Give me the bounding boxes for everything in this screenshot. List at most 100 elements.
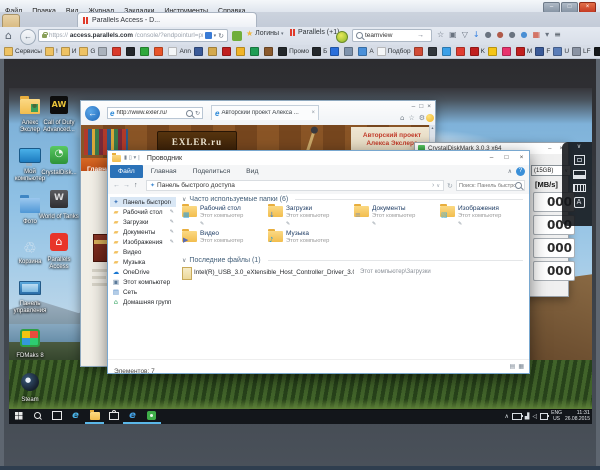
monitor-icon[interactable] [573,170,586,179]
minimize-button[interactable]: – [548,146,551,152]
toolbar-icon[interactable]: ≡ [554,28,561,42]
desktop-icon[interactable]: Call of Duty Advanced... [39,96,79,133]
favorites-star-icon[interactable]: ☆ [408,114,414,122]
network-icon[interactable]: ▟ [525,413,530,420]
bookmark-item[interactable] [344,47,355,56]
bookmark-item[interactable]: G [79,47,95,56]
chevron-down-icon[interactable]: ∨ [182,257,186,264]
up-icon[interactable]: ↑ [134,178,138,194]
ribbon-tab[interactable]: Файл [110,165,143,178]
toolbar-icon[interactable]: ↓ [473,28,480,42]
sidebar-item[interactable]: ▰ Музыка [110,257,176,267]
bookmark-item[interactable]: И [61,47,77,56]
bookmark-item[interactable]: Подбор [377,47,411,56]
desktop-icon[interactable]: CrystalDisk... [39,146,79,177]
address-bar[interactable]: ✦ Панель быстрого доступа › ∨ [146,180,444,191]
minimize-button[interactable]: – [484,151,499,164]
bookmark-item[interactable]: K [470,47,485,56]
home-icon[interactable]: ⌂ [400,114,404,122]
bookmark-item[interactable] [140,47,151,56]
bookmark-item[interactable] [330,47,341,56]
ie-tab[interactable]: e Авторский проект Алекса ... × [211,105,319,120]
close-button[interactable]: × [514,151,529,164]
bookmark-item[interactable]: U [553,47,569,56]
folder-tile[interactable]: ≡ Документы Этот компьютер ✎ [354,205,440,230]
keyboard-icon[interactable] [573,184,586,192]
back-button[interactable]: ← [20,29,36,45]
sidebar-item[interactable]: ▤ Сеть [110,287,176,297]
sidebar-item[interactable]: ▰ Изображения ✎ [110,237,176,247]
chevron-down-icon[interactable]: ∨ [182,196,186,203]
toolbar-icon[interactable]: ▽ [462,28,468,42]
bookmark-item[interactable]: ! [45,47,58,56]
bookmark-item[interactable]: F [535,47,550,56]
addon-icon[interactable] [205,32,212,39]
fullscreen-icon[interactable] [574,155,585,165]
sidebar-item[interactable]: ▰ Видео [110,247,176,257]
explorer-search-box[interactable] [456,180,525,191]
bookmark-item[interactable] [428,47,439,56]
toolbar-icon[interactable]: ▾ [545,28,549,42]
folder-tile[interactable]: ↓ Загрузки Этот компьютер ✎ [268,205,354,230]
bookmark-item[interactable]: M [516,47,532,56]
thumbnails-view-icon[interactable]: ▦ [518,363,524,370]
search-input[interactable] [365,32,415,39]
ribbon-tab[interactable]: Главная [143,165,185,178]
taskbar-app[interactable] [142,409,161,424]
bookmark-item[interactable] [488,47,499,56]
desktop-icon[interactable]: World of Tanks [39,190,79,221]
folder-tile[interactable]: ♪ Музыка Этот компьютер [268,230,354,255]
taskbar-app[interactable] [85,409,104,424]
bookmark-item[interactable] [414,47,425,56]
folder-tile[interactable]: ▧ Изображения Этот компьютер ✎ [440,205,526,230]
chevron-down-icon[interactable]: ∨ [436,178,440,194]
bookmark-item[interactable] [236,47,247,56]
dropdown-icon[interactable]: ▾ [214,33,217,39]
minimize-button[interactable]: – [412,103,416,110]
bookmark-item[interactable]: W [594,47,600,56]
wot-addon-icon[interactable] [232,31,242,41]
back-icon[interactable]: ← [113,178,120,194]
desktop-icon[interactable]: Parallels Access [39,233,79,270]
recent-file-row[interactable]: Intel(R)_USB_3.0_eXtensible_Host_Control… [182,267,526,280]
clock[interactable]: 11:31 26.08.2015 [565,411,590,422]
details-view-icon[interactable]: ▤ [510,363,516,370]
gear-icon[interactable]: ⚙ [419,114,425,122]
search-bar[interactable]: → [352,29,432,42]
quick-access-toolbar[interactable]: ▮ ▯ ▾ | [124,155,140,161]
smiley-feedback-icon[interactable] [426,114,434,122]
remote-desktop[interactable]: Алекс Экслер Мой компьютер Фото ♲ Корзин… [9,88,592,424]
ie-address-bar[interactable]: e http://www.exler.ru/ ↻ [107,107,203,119]
close-tab-icon[interactable]: × [311,110,315,116]
maximize-button[interactable]: □ [419,103,423,110]
desktop-icon[interactable]: FDMaks 8 [12,327,48,360]
toolbar-icon[interactable]: ▣ [449,28,457,42]
toolbar-icon[interactable]: ● [485,28,492,42]
bookmark-item[interactable]: Промо [278,47,309,56]
bookmark-item[interactable] [502,47,513,56]
desktop-icon[interactable]: Панель управления [12,278,48,314]
folder-tile[interactable]: ▦ Рабочий стол Этот компьютер ✎ [182,205,268,230]
bookmark-item[interactable] [250,47,261,56]
tray-chevron-icon[interactable]: ∧ [504,413,508,420]
bookmark-item[interactable]: LF [572,47,591,56]
bookmark-item[interactable] [456,47,467,56]
sidebar-item[interactable]: ⌂ Домашняя группа [110,297,176,307]
sidebar-item[interactable]: ▣ Этот компьютер [110,277,176,287]
taskbar-app[interactable] [104,409,123,424]
help-icon[interactable]: ? [516,167,525,176]
chevron-down-icon[interactable]: ∨ [577,144,581,150]
desktop-icon[interactable]: Steam [12,373,48,404]
refresh-icon[interactable]: ↻ [195,110,200,117]
ribbon-collapse-icon[interactable]: ∧ [508,168,512,175]
go-arrow-icon[interactable]: → [417,32,424,39]
bookmark-item[interactable] [154,47,165,56]
forward-icon[interactable]: → [123,178,130,194]
volume-icon[interactable]: ◁ [533,413,538,420]
pinned-tab[interactable] [2,14,20,28]
taskbar-app[interactable]: e [66,409,85,424]
url-bar[interactable]: https:// access.parallels.com /console/?… [38,29,228,42]
bookmark-item[interactable]: Сервисы [4,47,42,56]
site-logo-plaque[interactable]: EXLER.ru [157,131,237,151]
home-icon[interactable]: ⌂ [5,30,12,41]
